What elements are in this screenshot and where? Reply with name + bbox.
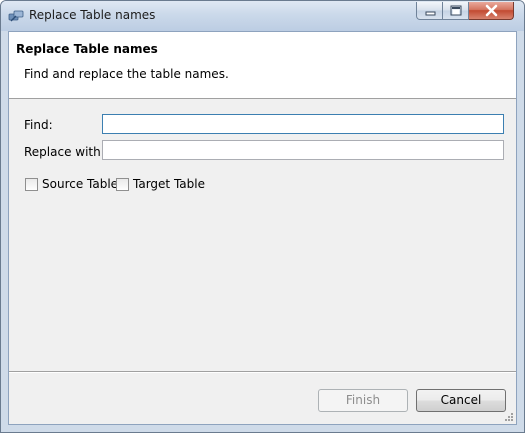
- find-input[interactable]: [102, 114, 504, 134]
- resize-grip-icon[interactable]: [504, 412, 514, 422]
- maximize-button[interactable]: [443, 2, 469, 20]
- target-table-label[interactable]: Target Table: [133, 177, 205, 191]
- find-label: Find:: [24, 118, 53, 132]
- source-table-label[interactable]: Source Table: [42, 177, 118, 191]
- window-title: Replace Table names: [29, 8, 156, 22]
- replace-with-label: Replace with:: [24, 145, 105, 159]
- button-separator: [9, 371, 516, 373]
- target-table-checkbox[interactable]: [116, 178, 129, 191]
- header-banner: Replace Table names Find and replace the…: [9, 32, 516, 99]
- app-icon: [8, 10, 24, 22]
- title-bar[interactable]: Replace Table names: [1, 1, 524, 31]
- close-button[interactable]: [469, 2, 514, 20]
- dialog-window: Replace Table names Replace Table names …: [0, 0, 525, 433]
- finish-button[interactable]: Finish: [318, 389, 408, 412]
- maximize-icon: [450, 5, 462, 16]
- minimize-button[interactable]: [416, 2, 443, 20]
- banner-description: Find and replace the table names.: [24, 67, 229, 81]
- cancel-button[interactable]: Cancel: [416, 389, 506, 412]
- close-icon: [485, 4, 498, 17]
- dialog-body: Replace Table names Find and replace the…: [8, 31, 517, 425]
- replace-with-input[interactable]: [102, 140, 504, 160]
- banner-title: Replace Table names: [16, 42, 158, 56]
- minimize-icon: [425, 11, 436, 16]
- source-table-checkbox[interactable]: [25, 178, 38, 191]
